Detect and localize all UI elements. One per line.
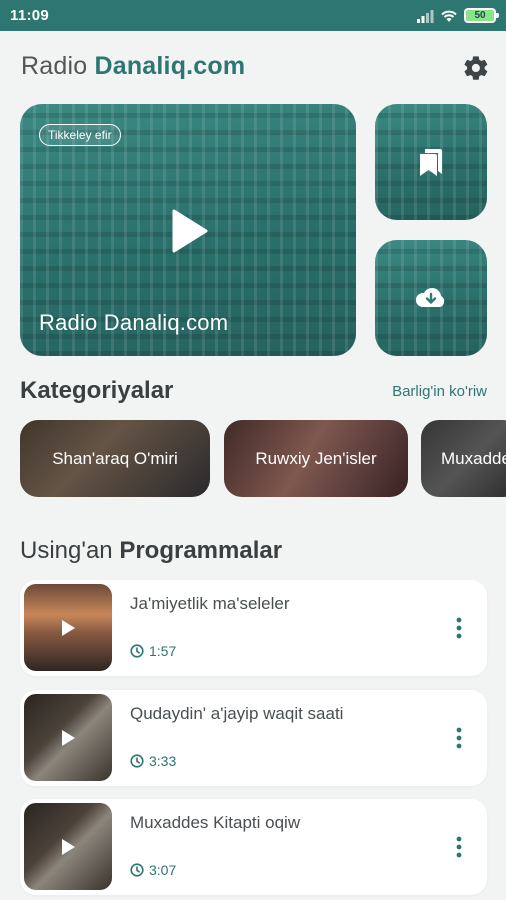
see-all-link[interactable]: Barlig'in ko'riw (392, 383, 487, 400)
category-chip[interactable]: Muxaddes (421, 420, 506, 497)
downloads-card[interactable] (375, 240, 487, 356)
app-title-prefix: Radio (21, 52, 95, 80)
program-title: Qudaydin' a'jayip waqit saati (130, 704, 344, 723)
category-chip[interactable]: Ruwxiy Jen'isler (224, 420, 408, 497)
category-label: Muxaddes (441, 448, 506, 468)
status-bar: 11:09 50 (0, 0, 506, 31)
bookmarks-card[interactable] (375, 104, 487, 220)
category-chip[interactable]: Shan'araq O'miri (20, 420, 210, 497)
wifi-icon (441, 10, 457, 22)
bookmarks-icon (420, 149, 442, 176)
clock-icon (130, 754, 144, 768)
hero-station-label: Radio Danaliq.com (39, 310, 229, 335)
status-icons: 50 (416, 8, 499, 23)
app-title: Radio Danaliq.com (21, 52, 245, 81)
programs-title-bold: Programmalar (119, 537, 283, 564)
program-title: Ja'miyetlik ma'seleler (130, 594, 290, 613)
more-vert-icon[interactable] (455, 616, 463, 640)
live-badge: Tikkeley efir (39, 124, 121, 146)
category-label: Ruwxiy Jen'isler (255, 448, 377, 468)
clock-icon (130, 863, 144, 877)
program-thumbnail (24, 584, 112, 671)
status-time: 11:09 (10, 7, 50, 24)
signal-icon (417, 9, 434, 23)
play-icon[interactable] (60, 619, 76, 637)
play-icon[interactable] (60, 838, 76, 856)
duration-value: 1:57 (149, 643, 177, 659)
more-vert-icon[interactable] (455, 726, 463, 750)
duration-value: 3:07 (149, 862, 177, 878)
cloud-download-icon (415, 288, 445, 307)
play-icon[interactable] (170, 209, 208, 253)
program-item[interactable]: Ja'miyetlik ma'seleler 1:57 (20, 580, 487, 676)
programs-title: Using'an Programmalar (20, 537, 282, 565)
program-item[interactable]: Muxaddes Kitapti oqiw 3:07 (20, 799, 487, 895)
battery-icon: 50 (464, 8, 499, 23)
category-label: Shan'araq O'miri (52, 448, 178, 468)
program-thumbnail (24, 803, 112, 890)
app-title-brand: Danaliq.com (94, 52, 246, 80)
program-title: Muxaddes Kitapti oqiw (130, 813, 301, 832)
programs-title-prefix: Using'an (20, 537, 120, 564)
program-duration: 3:33 (130, 753, 176, 769)
clock-icon (130, 644, 144, 658)
program-duration: 1:57 (130, 643, 176, 659)
duration-value: 3:33 (149, 753, 177, 769)
settings-gear-icon[interactable] (462, 54, 490, 82)
battery-level: 50 (474, 10, 486, 21)
program-duration: 3:07 (130, 862, 176, 878)
play-icon[interactable] (60, 729, 76, 747)
more-vert-icon[interactable] (455, 835, 463, 859)
program-item[interactable]: Qudaydin' a'jayip waqit saati 3:33 (20, 690, 487, 786)
live-radio-card[interactable]: Tikkeley efir Radio Danaliq.com (20, 104, 356, 356)
categories-title: Kategoriyalar (20, 377, 174, 404)
program-thumbnail (24, 694, 112, 781)
